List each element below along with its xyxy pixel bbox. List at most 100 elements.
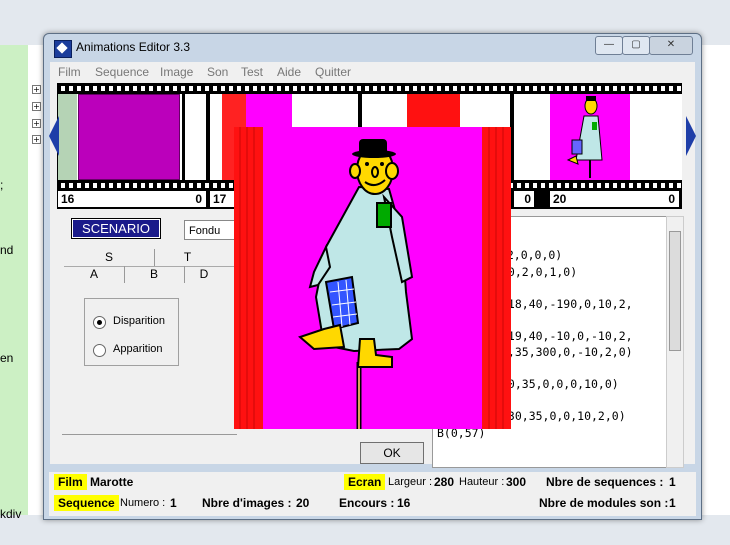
- menu-image[interactable]: Image: [160, 65, 193, 79]
- sprocket-hole: [205, 86, 209, 91]
- title-bar[interactable]: Animations Editor 3.3 — ▢ ✕: [44, 34, 701, 61]
- sprocket-hole: [533, 86, 537, 91]
- minimize-button[interactable]: —: [595, 36, 623, 55]
- sprocket-hole: [469, 86, 473, 91]
- sprocket-hole: [269, 86, 273, 91]
- code-line: 10,35,0,0,0,10,0): [501, 377, 619, 391]
- sprocket-hole: [557, 183, 561, 188]
- sprocket-hole: [221, 183, 225, 188]
- background-text: en: [0, 351, 14, 365]
- frame-number: 20 0: [550, 191, 679, 207]
- frame-thumbnail-current[interactable]: [534, 94, 682, 180]
- sprocket-hole: [429, 86, 433, 91]
- maximize-button[interactable]: ▢: [622, 36, 650, 55]
- sprocket-hole: [149, 183, 153, 188]
- close-button[interactable]: ✕: [649, 36, 693, 55]
- sprocket-hole: [653, 86, 657, 91]
- sprocket-hole: [573, 183, 577, 188]
- sprocket-hole: [669, 86, 673, 91]
- menu-quitter[interactable]: Quitter: [315, 65, 351, 79]
- menu-film[interactable]: Film: [58, 65, 81, 79]
- sprocket-hole: [653, 183, 657, 188]
- largeur-value: 280: [434, 475, 455, 489]
- sprocket-hole: [69, 183, 73, 188]
- sprocket-hole: [525, 183, 529, 188]
- editor-window: Animations Editor 3.3 — ▢ ✕ Film Sequenc…: [43, 33, 702, 520]
- largeur-label: Largeur :: [388, 476, 433, 488]
- sprocket-hole: [149, 86, 153, 91]
- ecran-label: Ecran: [344, 474, 386, 490]
- sprocket-hole: [325, 86, 329, 91]
- vertical-scrollbar[interactable]: [666, 216, 684, 468]
- sprocket-hole: [349, 86, 353, 91]
- scroll-left-arrow-icon[interactable]: [49, 116, 59, 156]
- sprocket-hole: [213, 183, 217, 188]
- sprocket-hole: [677, 86, 681, 91]
- sprocket-hole: [173, 183, 177, 188]
- tree-expand-icon[interactable]: +: [32, 135, 41, 144]
- tree-expand-icon[interactable]: +: [32, 102, 41, 111]
- background-right-panel: [700, 45, 730, 515]
- sprocket-hole: [605, 183, 609, 188]
- sprocket-hole: [141, 183, 145, 188]
- sprocket-hole: [501, 86, 505, 91]
- sprocket-hole: [181, 86, 185, 91]
- ok-button[interactable]: OK: [360, 442, 424, 464]
- sprocket-hole: [237, 86, 241, 91]
- frame-index: 16: [61, 192, 75, 206]
- tab-d[interactable]: D: [184, 266, 224, 283]
- tree-expand-icon[interactable]: +: [32, 85, 41, 94]
- menu-test[interactable]: Test: [241, 65, 263, 79]
- sprocket-hole: [645, 86, 649, 91]
- sequence-label: Sequence: [54, 495, 119, 511]
- sprocket-hole: [101, 183, 105, 188]
- sprocket-hole: [381, 86, 385, 91]
- sprocket-hole: [85, 183, 89, 188]
- tab-b[interactable]: B: [124, 266, 185, 283]
- transition-select[interactable]: Fondu: [184, 220, 239, 240]
- frame-sound: 0: [668, 192, 675, 206]
- sprocket-hole: [245, 86, 249, 91]
- sprocket-hole: [189, 183, 193, 188]
- transition-mode-group: Disparition Apparition: [84, 298, 179, 366]
- sprocket-hole: [213, 86, 217, 91]
- nbre-images-label: Nbre d'images :: [202, 496, 292, 510]
- radio-apparition[interactable]: [93, 344, 106, 357]
- app-icon: [54, 40, 72, 58]
- sprocket-hole: [565, 183, 569, 188]
- tree-expand-icon[interactable]: +: [32, 119, 41, 128]
- sprocket-hole: [589, 86, 593, 91]
- tab-t[interactable]: T: [154, 249, 221, 266]
- sprocket-hole: [77, 183, 81, 188]
- sprocket-hole: [341, 86, 345, 91]
- sprocket-hole: [69, 86, 73, 91]
- sprocket-hole: [117, 86, 121, 91]
- sprocket-hole: [109, 86, 113, 91]
- sprocket-hole: [189, 86, 193, 91]
- sprocket-hole: [165, 183, 169, 188]
- status-bar: Film Marotte Ecran Largeur : 280 Hauteur…: [49, 472, 696, 516]
- sprocket-hole: [541, 86, 545, 91]
- tab-a[interactable]: A: [64, 266, 125, 283]
- sprocket-hole: [197, 183, 201, 188]
- menu-son[interactable]: Son: [207, 65, 228, 79]
- frame-index: 17: [213, 192, 227, 206]
- sprocket-hole: [637, 183, 641, 188]
- code-line: ,19,40,-10,0,-10,2,: [501, 329, 633, 343]
- sprocket-hole: [581, 183, 585, 188]
- scroll-right-arrow-icon[interactable]: [686, 116, 696, 156]
- background-text: nd: [0, 243, 14, 257]
- radio-disparition[interactable]: [93, 316, 106, 329]
- tab-s[interactable]: S: [64, 249, 155, 266]
- sprocket-hole: [285, 86, 289, 91]
- menu-sequence[interactable]: Sequence: [95, 65, 149, 79]
- tab-row: S T: [64, 249, 239, 267]
- sprocket-hole: [645, 183, 649, 188]
- sprocket-hole: [629, 183, 633, 188]
- sprocket-hole: [485, 86, 489, 91]
- menu-aide[interactable]: Aide: [277, 65, 301, 79]
- marionette-figure: [239, 127, 504, 429]
- sprocket-hole: [565, 86, 569, 91]
- frame-thumbnail[interactable]: [58, 94, 206, 180]
- scrollbar-thumb[interactable]: [669, 231, 681, 351]
